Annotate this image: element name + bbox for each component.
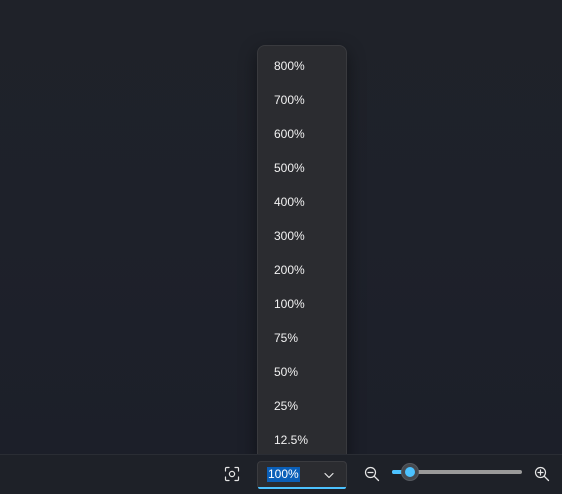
fit-to-window-button[interactable] [219, 461, 245, 487]
combobox-focus-underline [258, 487, 346, 489]
chevron-down-icon[interactable] [322, 468, 336, 482]
zoom-option-12-5[interactable]: 12.5% [262, 425, 342, 455]
zoom-in-icon [534, 466, 550, 482]
zoom-option-75[interactable]: 75% [262, 323, 342, 353]
zoom-option-600[interactable]: 600% [262, 119, 342, 149]
zoom-slider-thumb[interactable] [401, 463, 419, 481]
slider-thumb-dot [405, 467, 415, 477]
zoom-option-100[interactable]: 100% [262, 289, 342, 319]
zoom-option-500[interactable]: 500% [262, 153, 342, 183]
fit-to-window-icon [224, 466, 240, 482]
zoom-level-combobox[interactable]: 100% [257, 461, 347, 489]
zoom-option-50[interactable]: 50% [262, 357, 342, 387]
zoom-option-400[interactable]: 400% [262, 187, 342, 217]
zoom-out-button[interactable] [359, 461, 385, 487]
zoom-level-dropdown: 800% 700% 600% 500% 400% 300% 200% 100% … [257, 45, 347, 460]
zoom-option-200[interactable]: 200% [262, 255, 342, 285]
zoom-in-button[interactable] [529, 461, 555, 487]
zoom-out-icon [364, 466, 380, 482]
zoom-option-700[interactable]: 700% [262, 85, 342, 115]
zoom-option-25[interactable]: 25% [262, 391, 342, 421]
zoom-level-input[interactable]: 100% [267, 467, 300, 482]
zoom-option-800[interactable]: 800% [262, 51, 342, 81]
zoom-option-300[interactable]: 300% [262, 221, 342, 251]
